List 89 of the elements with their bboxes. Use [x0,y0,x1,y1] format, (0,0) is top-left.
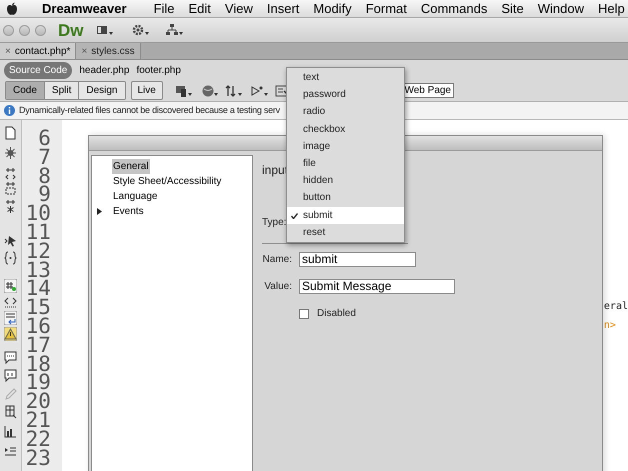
line-number: 12 [26,242,51,261]
info-icon[interactable] [4,105,15,116]
globe-icon[interactable] [200,84,221,98]
view-mode-button[interactable]: Code [6,82,45,99]
view-mode-button[interactable]: Design [79,82,124,99]
line-number: 23 [26,448,51,468]
line-number: 8 [38,166,51,186]
line-number: 22 [26,430,51,449]
checkbox-label: Disabled [317,307,356,321]
wrap-lines-icon[interactable] [4,311,17,325]
line-number: 13 [26,260,51,280]
code-text: n> [604,320,616,331]
dashed-box-icon[interactable] [4,182,17,196]
line-number: 19 [26,373,51,392]
menu-option[interactable]: file [287,154,404,172]
field-label: Value: [263,280,292,294]
info-message: Dynamically-related files cannot be discovered because a testing serv [19,104,280,117]
menu-option[interactable]: checkbox [287,120,404,138]
name-field[interactable]: submit [299,252,416,267]
code-tag-icon[interactable] [4,295,17,309]
related-file-link[interactable]: footer.php [136,62,181,78]
app-menu[interactable]: Dreamweaver [42,0,127,18]
line-number: 15 [26,298,51,317]
related-file-link[interactable]: header.php [79,62,130,78]
menu-item[interactable]: Site [501,0,524,18]
line-number: 17 [26,336,51,355]
menu-option[interactable]: submit [287,206,404,224]
line-number: 16 [26,316,51,336]
category-item[interactable]: Language [112,189,158,204]
line-number: 9 [38,185,51,204]
menu-option[interactable]: reset [287,224,404,241]
checkmark-icon[interactable] [291,212,298,218]
menu-item[interactable]: Edit [188,0,211,18]
apple-logo-icon[interactable] [6,2,18,16]
menu-option[interactable]: text [287,69,404,86]
warning-icon[interactable] [4,327,17,341]
menu-item[interactable]: View [224,0,253,18]
category-item[interactable]: Events [112,204,145,219]
cursor-icon[interactable] [4,233,17,247]
line-number: 11 [26,222,51,242]
chart-icon[interactable] [4,425,17,439]
menu-option[interactable]: password [287,86,404,104]
line-number: 21 [26,410,51,430]
document-tab[interactable]: × contact.php* [0,43,76,59]
page-icon[interactable] [4,126,17,140]
menu-item[interactable]: File [154,0,175,18]
speech-bubble-icon[interactable] [4,369,17,383]
devices-icon[interactable] [174,84,195,98]
line-number: 10 [26,204,51,223]
speech-bubble-icon[interactable] [4,351,17,365]
category-item[interactable]: General [112,159,150,174]
menu-option[interactable]: button [287,189,404,206]
expand-arrow-icon[interactable] [97,208,102,215]
value-field[interactable]: Submit Message [299,279,455,294]
line-number: 14 [26,279,51,298]
line-number: 20 [26,392,51,411]
brace-icon[interactable] [4,251,17,265]
menu-item[interactable]: Window [538,0,584,18]
category-item[interactable]: Style Sheet/Accessibility [112,174,222,189]
bracket-icon[interactable] [4,168,17,182]
checkbox[interactable] [299,308,309,318]
menu-item[interactable]: Modify [313,0,352,18]
app-logo: Dw [58,22,84,38]
menu-option[interactable]: radio [287,103,404,121]
field-label: Name: [262,253,292,267]
line-number: 7 [38,148,51,167]
menu-item[interactable]: Commands [420,0,488,18]
menu-item[interactable]: Insert [266,0,300,18]
line-number: 6 [38,129,51,148]
gear-icon[interactable] [132,23,150,37]
view-mode-button[interactable]: Split [44,82,80,99]
menu-item[interactable]: Help [598,0,625,18]
live-button[interactable]: Live [130,81,163,100]
document-tab[interactable]: × styles.css [76,43,141,59]
menu-item[interactable]: Format [366,0,407,18]
layout-icon[interactable] [96,23,114,37]
line-number: 18 [26,354,51,374]
type-label: Type: [262,218,286,228]
menu-option[interactable]: hidden [287,172,404,190]
related-file-link[interactable]: Source Code [4,62,72,78]
asterisk-icon[interactable] [4,200,17,214]
arrows-icon[interactable] [224,84,245,98]
sun-icon[interactable] [4,146,17,160]
code-text: eral [604,301,628,312]
sitemap-icon[interactable] [166,23,184,37]
menu-option[interactable]: image [287,138,404,155]
table-icon[interactable] [4,405,17,419]
play-icon[interactable] [250,84,271,98]
hash-icon[interactable] [4,279,17,293]
